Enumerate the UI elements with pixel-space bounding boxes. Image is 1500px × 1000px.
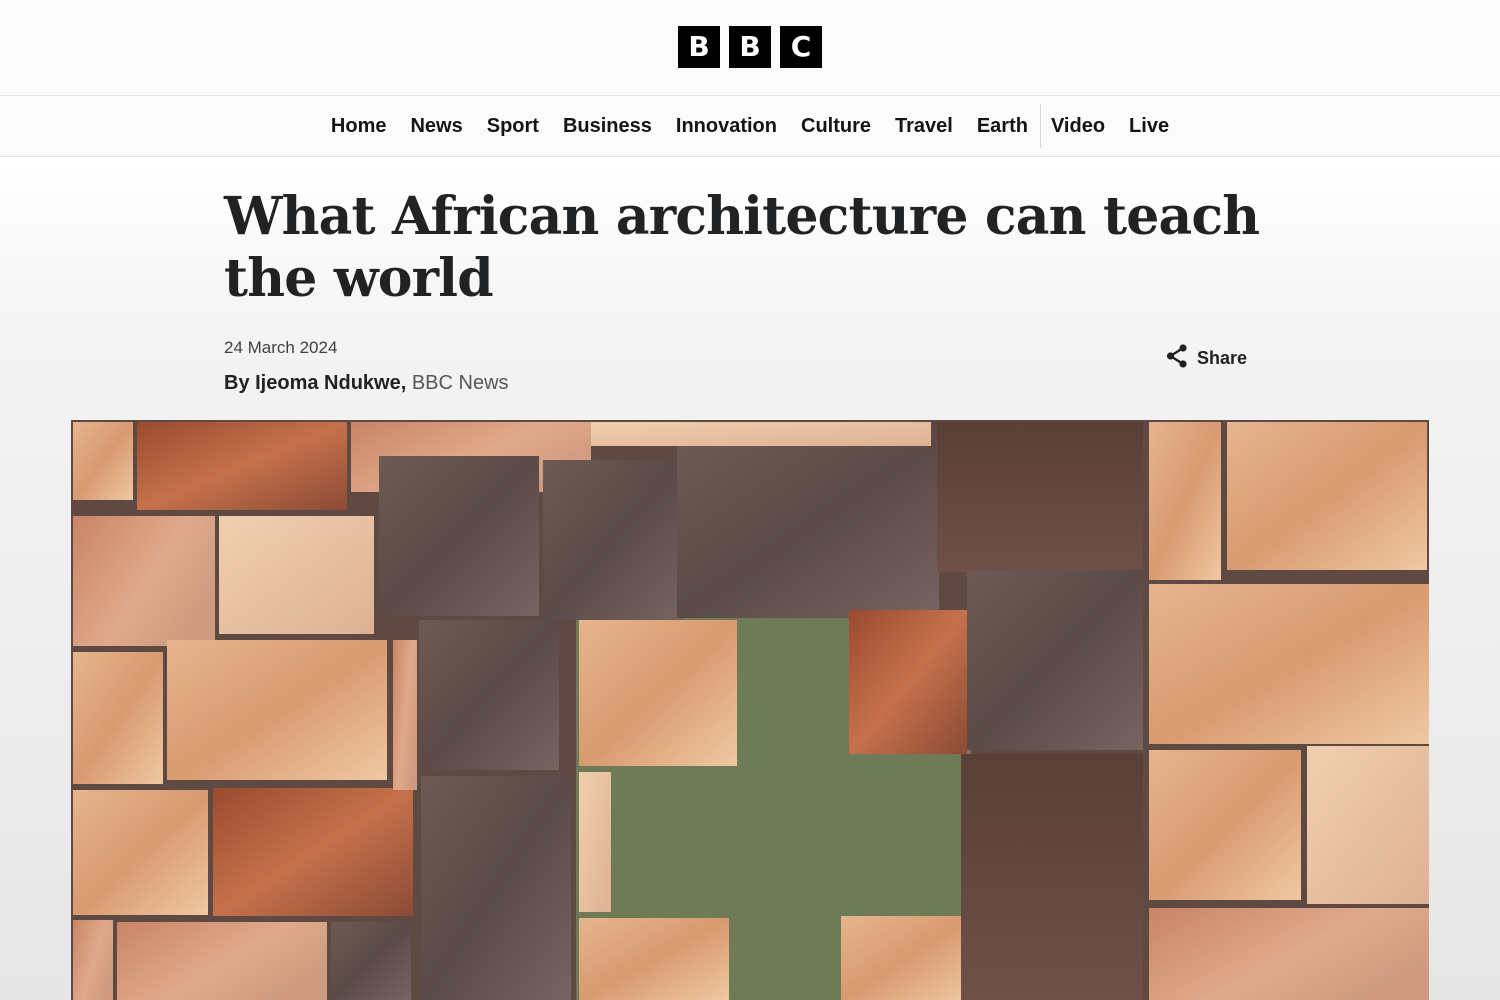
nav-item-earth[interactable]: Earth xyxy=(965,104,1040,148)
nav-item-news[interactable]: News xyxy=(398,104,474,148)
share-icon xyxy=(1166,344,1188,373)
nav-item-innovation[interactable]: Innovation xyxy=(664,104,789,148)
logo-letter: B xyxy=(678,25,720,68)
byline-author[interactable]: By Ijeoma Ndukwe, xyxy=(224,372,406,394)
logo-letter: C xyxy=(780,25,822,68)
share-label: Share xyxy=(1197,348,1248,368)
article-date: 24 March 2024 xyxy=(224,338,338,357)
logo-letter: B xyxy=(729,25,771,68)
nav-item-travel[interactable]: Travel xyxy=(883,104,965,148)
bbc-logo[interactable]: B B C xyxy=(678,25,822,68)
nav-item-live[interactable]: Live xyxy=(1117,104,1181,148)
nav-item-culture[interactable]: Culture xyxy=(789,104,883,148)
nav-item-home[interactable]: Home xyxy=(319,104,399,148)
hero-image xyxy=(71,420,1429,1000)
main-nav: Home News Sport Business Innovation Cult… xyxy=(0,96,1500,157)
nav-item-sport[interactable]: Sport xyxy=(475,104,551,148)
nav-item-video[interactable]: Video xyxy=(1039,104,1117,148)
nav-item-business[interactable]: Business xyxy=(551,104,664,148)
article-headline: What African architecture can teach the … xyxy=(224,186,1260,309)
masthead: B B C xyxy=(0,0,1500,96)
article-byline: By Ijeoma Ndukwe, BBC News xyxy=(224,372,509,395)
byline-org: BBC News xyxy=(411,372,509,394)
share-button[interactable]: Share xyxy=(1166,344,1247,373)
